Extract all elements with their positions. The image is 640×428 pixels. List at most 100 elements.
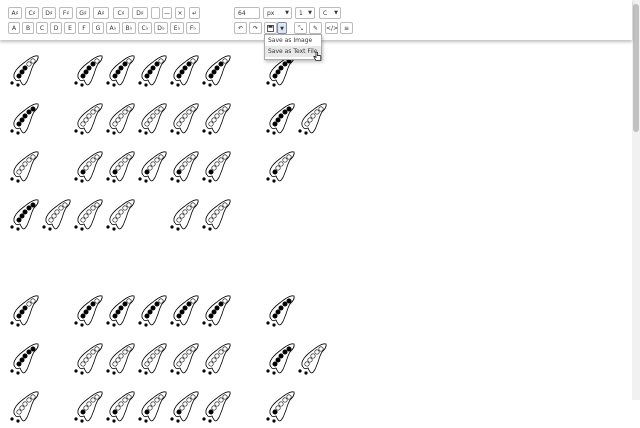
ocarina-fingering[interactable] xyxy=(40,198,74,236)
flat-key-button[interactable]: A♭ xyxy=(106,22,120,34)
ocarina-fingering[interactable] xyxy=(168,150,202,188)
ocarina-fingering[interactable] xyxy=(264,102,298,140)
ocarina-fingering[interactable] xyxy=(264,342,298,380)
edit-button[interactable]: ✎ xyxy=(309,22,322,34)
undo-button[interactable]: ↶ xyxy=(234,22,247,34)
ocarina-fingering[interactable] xyxy=(200,294,234,332)
save-icon xyxy=(267,25,274,32)
count-value: 1 xyxy=(299,10,303,17)
ocarina-fingering[interactable] xyxy=(104,102,138,140)
ocarina-fingering[interactable] xyxy=(200,150,234,188)
sharp-key-button[interactable]: D♯ xyxy=(42,7,56,19)
flat-key-button[interactable]: G xyxy=(92,22,104,34)
ocarina-fingering[interactable] xyxy=(72,390,106,428)
ocarina-fingering[interactable] xyxy=(200,390,234,428)
sharp-key-button[interactable] xyxy=(151,7,160,19)
size-value: 64 xyxy=(238,10,246,17)
unit-value: px xyxy=(267,10,275,17)
flat-key-button[interactable]: F xyxy=(78,22,90,34)
ocarina-fingering[interactable] xyxy=(264,150,298,188)
flat-key-button[interactable]: A xyxy=(8,22,20,34)
sharp-key-button[interactable]: — xyxy=(162,7,172,19)
undo-icon: ↶ xyxy=(237,25,244,32)
sharp-key-button[interactable]: C♯ xyxy=(25,7,39,19)
save-dropdown-button[interactable]: ▼ xyxy=(277,22,287,34)
sharp-key-button[interactable]: C♯ xyxy=(113,7,129,19)
pencil-icon: ✎ xyxy=(312,25,319,32)
size-input[interactable]: 64 xyxy=(234,7,260,19)
sharp-key-button[interactable]: A♯ xyxy=(8,7,22,19)
flat-key-button[interactable]: E♭ xyxy=(170,22,184,34)
ocarina-fingering[interactable] xyxy=(104,54,138,92)
sharp-key-button[interactable]: G♯ xyxy=(76,7,90,19)
flat-key-button[interactable]: F♭ xyxy=(186,22,200,34)
ocarina-fingering[interactable] xyxy=(200,102,234,140)
redo-button[interactable]: ↷ xyxy=(249,22,262,34)
ocarina-fingering[interactable] xyxy=(168,198,202,236)
ocarina-fingering[interactable] xyxy=(296,342,330,380)
vertical-scrollbar[interactable] xyxy=(632,0,640,400)
count-select[interactable]: 1 ▼ xyxy=(295,7,315,19)
ocarina-fingering[interactable] xyxy=(104,198,138,236)
ocarina-fingering[interactable] xyxy=(168,342,202,380)
transform-button[interactable]: ⤡ xyxy=(294,22,307,34)
ocarina-fingering[interactable] xyxy=(72,54,106,92)
scrollbar-thumb[interactable] xyxy=(633,4,639,132)
ocarina-fingering[interactable] xyxy=(8,390,42,428)
ocarina-fingering[interactable] xyxy=(264,294,298,332)
ocarina-fingering[interactable] xyxy=(72,342,106,380)
code-icon: </> xyxy=(326,25,339,32)
flat-key-button[interactable]: E xyxy=(64,22,76,34)
ocarina-fingering[interactable] xyxy=(168,390,202,428)
ocarina-fingering[interactable] xyxy=(8,342,42,380)
flat-key-button[interactable]: D♭ xyxy=(154,22,168,34)
sharp-key-button[interactable]: ↵ xyxy=(189,7,200,19)
ocarina-fingering[interactable] xyxy=(72,150,106,188)
ocarina-fingering[interactable] xyxy=(104,294,138,332)
sharp-key-button[interactable]: D♯ xyxy=(132,7,148,19)
flat-key-button[interactable]: C♭ xyxy=(138,22,152,34)
redo-icon: ↷ xyxy=(252,25,259,32)
save-as-image-item[interactable]: Save as Image xyxy=(265,35,321,46)
sharp-key-button[interactable]: A♯ xyxy=(93,7,109,19)
ocarina-fingering[interactable] xyxy=(136,294,170,332)
ocarina-fingering[interactable] xyxy=(200,198,234,236)
ocarina-fingering[interactable] xyxy=(104,342,138,380)
embed-button[interactable]: </> xyxy=(325,22,338,34)
ocarina-fingering[interactable] xyxy=(200,54,234,92)
print-button[interactable]: ≡ xyxy=(340,22,353,34)
ocarina-fingering[interactable] xyxy=(136,342,170,380)
ocarina-fingering[interactable] xyxy=(168,54,202,92)
hand-cursor-icon xyxy=(313,52,322,61)
flat-key-button[interactable]: B♭ xyxy=(122,22,136,34)
ocarina-fingering[interactable] xyxy=(136,150,170,188)
ocarina-fingering[interactable] xyxy=(8,198,42,236)
ocarina-fingering[interactable] xyxy=(8,294,42,332)
ocarina-fingering[interactable] xyxy=(104,150,138,188)
save-button[interactable] xyxy=(264,22,277,34)
flat-key-button[interactable]: D xyxy=(50,22,62,34)
ocarina-fingering[interactable] xyxy=(104,390,138,428)
ocarina-fingering[interactable] xyxy=(168,102,202,140)
flat-key-button[interactable]: C xyxy=(36,22,48,34)
ocarina-fingering[interactable] xyxy=(168,294,202,332)
ocarina-fingering[interactable] xyxy=(8,150,42,188)
chevron-down-icon: ▼ xyxy=(285,10,289,16)
ocarina-fingering[interactable] xyxy=(136,54,170,92)
ocarina-fingering[interactable] xyxy=(8,102,42,140)
ocarina-fingering[interactable] xyxy=(72,198,106,236)
chevron-down-icon: ▼ xyxy=(308,10,312,16)
unit-select[interactable]: px ▼ xyxy=(263,7,292,19)
ocarina-fingering[interactable] xyxy=(136,102,170,140)
flat-key-button[interactable]: B xyxy=(22,22,34,34)
ocarina-fingering[interactable] xyxy=(296,102,330,140)
ocarina-fingering[interactable] xyxy=(200,342,234,380)
ocarina-fingering[interactable] xyxy=(72,102,106,140)
ocarina-fingering[interactable] xyxy=(264,390,298,428)
sharp-key-button[interactable]: × xyxy=(175,7,185,19)
key-select[interactable]: C ▼ xyxy=(319,7,341,19)
ocarina-fingering[interactable] xyxy=(72,294,106,332)
sharp-key-button[interactable]: F♯ xyxy=(59,7,73,19)
ocarina-fingering[interactable] xyxy=(136,390,170,428)
ocarina-fingering[interactable] xyxy=(8,54,42,92)
